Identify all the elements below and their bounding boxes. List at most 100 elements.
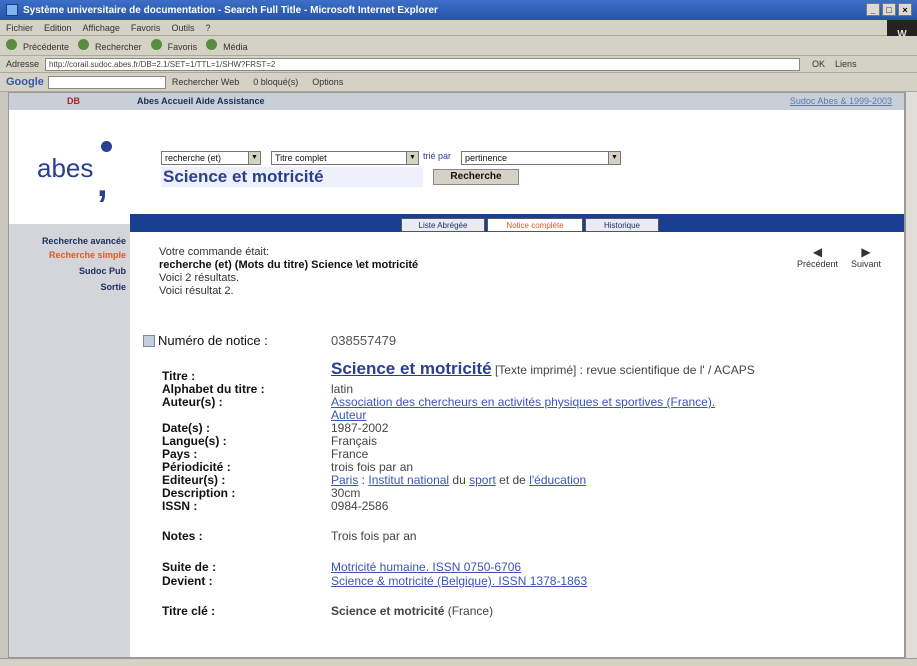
window-title: Système universitaire de documentation -…: [23, 4, 438, 16]
menu-edition[interactable]: Edition: [44, 23, 72, 33]
dates-value: 1987-2002: [331, 421, 389, 435]
sidebar-item-simple[interactable]: Recherche simple: [49, 250, 126, 260]
google-toolbar: Google Rechercher Web 0 bloqué(s) Option…: [0, 73, 917, 92]
back-button[interactable]: Précédente: [6, 39, 69, 52]
notice-number-label: Numéro de notice :: [143, 333, 268, 348]
search-icon: [78, 39, 90, 50]
search-input[interactable]: Science et motricité: [161, 167, 423, 187]
go-button[interactable]: OK: [812, 59, 825, 69]
author-role-link[interactable]: Auteur: [331, 409, 366, 421]
result-index: Voici résultat 2.: [159, 285, 234, 297]
preceded-by-link[interactable]: Motricité humaine. ISSN 0750-6706: [331, 561, 521, 573]
periodicity-value: trois fois par an: [331, 460, 414, 474]
menu-affichage[interactable]: Affichage: [83, 23, 120, 33]
publisher-institut-link[interactable]: Institut national: [368, 473, 449, 487]
tab-full-record[interactable]: Notice complète: [487, 218, 583, 232]
title-link[interactable]: Science et motricité: [331, 359, 492, 378]
media-icon: [206, 39, 218, 50]
notice-number: 038557479: [331, 333, 397, 348]
search-button[interactable]: Rechercher: [78, 39, 142, 52]
star-icon: [150, 39, 162, 50]
becomes-label: Devient :: [162, 574, 213, 588]
title-value: Science et motricité [Texte imprimé] : r…: [331, 359, 755, 378]
maximize-button[interactable]: □: [882, 3, 896, 16]
title-label: Titre :: [162, 369, 196, 383]
address-input[interactable]: http://corail.sudoc.abes.fr/DB=2.1/SET=1…: [45, 57, 801, 71]
issn-value: 0984-2586: [331, 499, 389, 513]
tab-short-list[interactable]: Liste Abrégée: [401, 218, 485, 232]
language-label: Langue(s) :: [162, 434, 227, 448]
previous-button[interactable]: ◀ Précédent: [797, 245, 838, 269]
publisher-education-link[interactable]: l'éducation: [529, 473, 586, 487]
notes-label: Notes :: [162, 529, 203, 543]
minimize-button[interactable]: _: [866, 3, 880, 16]
menu-outils[interactable]: Outils: [171, 23, 194, 33]
menu-help[interactable]: ?: [205, 23, 210, 33]
menu-favoris[interactable]: Favoris: [131, 23, 161, 33]
web-page: DB Abes Accueil Aide Assistance Sudoc Ab…: [8, 92, 905, 658]
sort-select[interactable]: pertinence ▼: [461, 151, 621, 165]
country-value: France: [331, 447, 369, 461]
google-logo: Google: [6, 76, 44, 88]
site-top-nav: DB Abes Accueil Aide Assistance Sudoc Ab…: [9, 93, 904, 110]
issn-label: ISSN :: [162, 499, 198, 513]
popup-blocked-indicator[interactable]: 0 bloqué(s): [253, 77, 298, 87]
key-title-value: Science et motricité (France): [331, 604, 494, 618]
description-value: 30cm: [331, 486, 361, 500]
favorites-button[interactable]: Favoris: [150, 39, 197, 52]
abes-logo: abes: [37, 153, 94, 183]
back-arrow-icon: [6, 39, 17, 50]
sidebar: Recherche avancée Recherche simple Sudoc…: [9, 224, 130, 657]
sort-label: trié par: [423, 151, 452, 161]
arrow-right-icon: ▶: [861, 245, 871, 259]
command-summary: Votre commande était: recherche (et) (Mo…: [159, 246, 418, 298]
close-button[interactable]: ×: [898, 3, 912, 16]
description-label: Description :: [162, 486, 236, 500]
alphabet-value: latin: [331, 382, 354, 396]
command-query: recherche (et) (Mots du titre) Science \…: [159, 259, 419, 271]
becomes-link[interactable]: Science & motricité (Belgique). ISSN 137…: [331, 575, 587, 587]
publisher-sport-link[interactable]: sport: [469, 473, 496, 487]
country-label: Pays :: [162, 447, 198, 461]
search-submit-button[interactable]: Recherche: [433, 169, 519, 185]
logo-dot: [101, 141, 112, 152]
search-mode-select[interactable]: recherche (et) ▼: [161, 151, 261, 165]
arrow-left-icon: ◀: [812, 245, 823, 259]
next-button[interactable]: ▶ Suivant: [851, 245, 881, 269]
tab-history[interactable]: Historique: [585, 218, 659, 232]
toolbar: Précédente Rechercher Favoris Média: [0, 36, 917, 56]
publisher-value: Paris : Institut national du sport et de…: [331, 473, 587, 487]
window-titlebar: Système universitaire de documentation -…: [0, 0, 917, 20]
publisher-place-link[interactable]: Paris: [331, 473, 358, 487]
sidebar-item-exit[interactable]: Sortie: [100, 282, 126, 292]
sidebar-item-advanced[interactable]: Recherche avancée: [42, 236, 126, 246]
chevron-down-icon: ▼: [248, 152, 260, 164]
vertical-scrollbar[interactable]: [905, 92, 917, 658]
author-label: Auteur(s) :: [162, 395, 223, 409]
notes-value: Trois fois par an: [331, 529, 417, 543]
chevron-down-icon: ▼: [406, 152, 418, 164]
ie-logo-icon: [6, 4, 18, 16]
google-search-web-button[interactable]: Rechercher Web: [172, 77, 239, 87]
author-link[interactable]: Association des chercheurs en activités …: [331, 396, 715, 408]
sidebar-item-sudocpub[interactable]: Sudoc Pub: [79, 266, 126, 276]
top-nav-links[interactable]: Abes Accueil Aide Assistance: [137, 96, 265, 106]
links-button[interactable]: Liens: [835, 59, 857, 69]
key-title-label: Titre clé :: [162, 604, 216, 618]
chevron-down-icon: ▼: [608, 152, 620, 164]
copyright-link[interactable]: Sudoc Abes & 1999-2003: [790, 96, 892, 106]
preceded-by-label: Suite de :: [162, 560, 217, 574]
media-button[interactable]: Média: [206, 39, 248, 52]
status-bar: [0, 658, 917, 666]
search-field-select[interactable]: Titre complet ▼: [271, 151, 419, 165]
results-count: Voici 2 résultats.: [159, 272, 240, 284]
alphabet-label: Alphabet du titre :: [162, 382, 265, 396]
google-options-button[interactable]: Options: [312, 77, 343, 87]
dates-label: Date(s) :: [162, 421, 211, 435]
language-value: Français: [331, 434, 378, 448]
menu-fichier[interactable]: Fichier: [6, 23, 33, 33]
address-bar: Adresse http://corail.sudoc.abes.fr/DB=2…: [0, 56, 917, 73]
command-intro: Votre commande était:: [159, 246, 270, 258]
db-label: DB: [67, 96, 80, 106]
google-search-input[interactable]: [47, 75, 166, 89]
